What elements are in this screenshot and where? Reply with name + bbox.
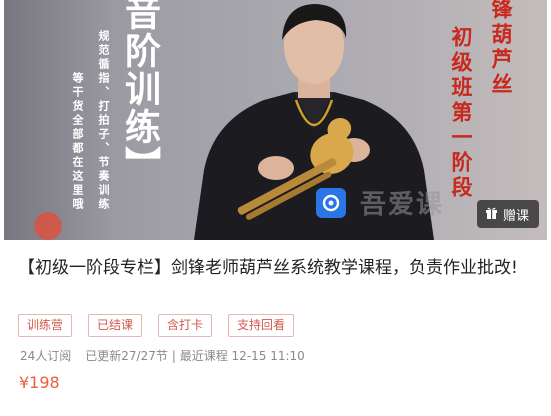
course-banner[interactable]: 音阶训练】 规范循指、打拍子、节奏训练 等干货全部都在这里哦 锋葫芦丝 初级班第… [4,0,547,240]
course-card[interactable]: 音阶训练】 规范循指、打拍子、节奏训练 等干货全部都在这里哦 锋葫芦丝 初级班第… [0,0,551,416]
banner-title-bracket: 】 [119,146,161,184]
tag-check-in: 含打卡 [158,314,213,337]
subscriber-count: 24人订阅 [20,349,72,363]
course-price: ¥198 [19,373,60,392]
brand-logo-icon [316,188,346,218]
course-title[interactable]: 【初级一阶段专栏】剑锋老师葫芦丝系统教学课程，负责作业批改! [18,254,518,282]
course-tags: 训练营 已结课 含打卡 支持回看 [18,314,295,337]
banner-title-text: 音阶训练 [119,0,161,146]
gift-course-label: 赠课 [502,208,529,224]
latest-lesson: | 最近课程 12-15 11:10 [171,349,305,363]
tag-replay: 支持回看 [228,314,295,337]
gift-course-button[interactable]: 赠课 [476,200,539,228]
tag-training-camp: 训练营 [18,314,73,337]
banner-red-text-1: 锋葫芦丝 [489,0,514,98]
watermark-text: 吾爱课 [360,190,445,220]
banner-title: 音阶训练】 [119,0,161,184]
seal-stamp [34,212,62,240]
banner-red-text-2: 初级班第一阶段 [449,26,474,201]
update-progress: 已更新27/27节 [85,349,168,363]
tag-finished: 已结课 [88,314,143,337]
course-meta: 24人订阅 已更新27/27节 | 最近课程 12-15 11:10 [20,347,305,364]
gift-icon [485,206,498,223]
banner-subtitle-2: 等干货全部都在这里哦 [71,72,84,212]
banner-subtitle-1: 规范循指、打拍子、节奏训练 [97,30,110,212]
